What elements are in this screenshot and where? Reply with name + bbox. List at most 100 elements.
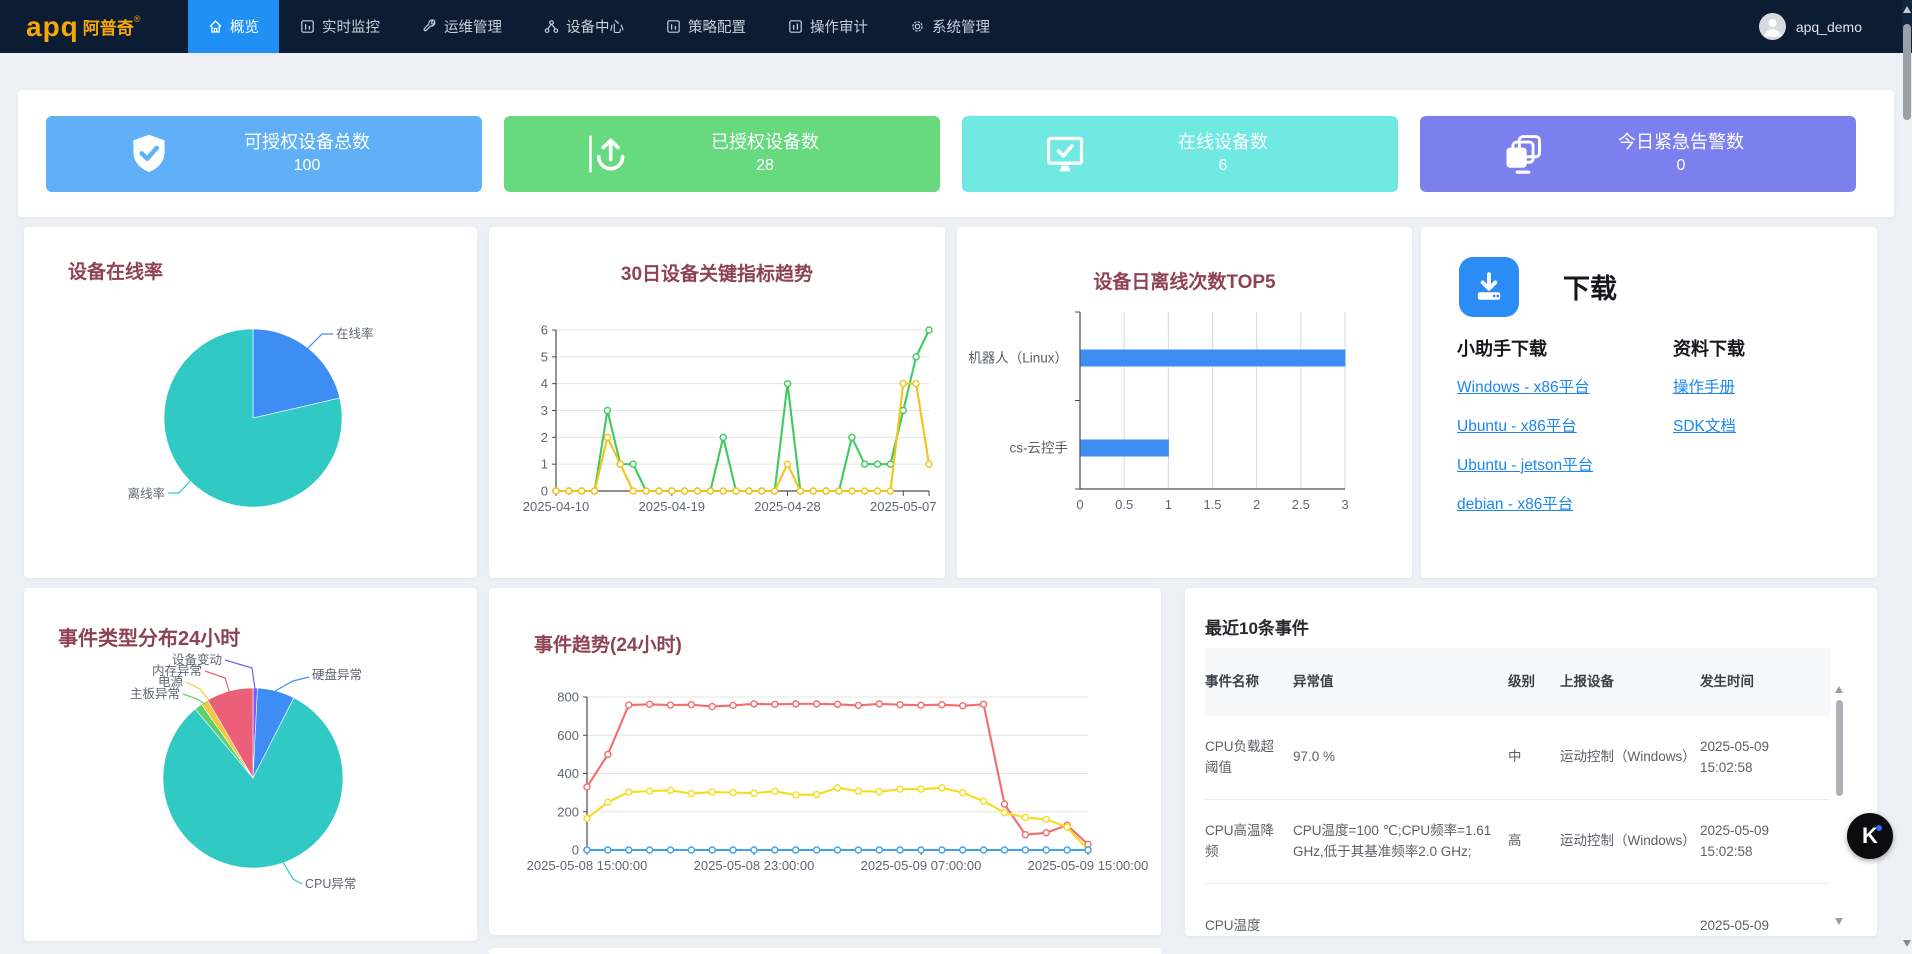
svg-text:400: 400 — [557, 766, 579, 781]
table-scrollbar-thumb[interactable] — [1836, 700, 1843, 796]
svg-text:2025-04-19: 2025-04-19 — [639, 499, 706, 514]
download-link-ubuntu-x86[interactable]: Ubuntu - x86平台 — [1457, 414, 1593, 436]
support-widget-button[interactable]: K — [1847, 813, 1893, 859]
download-link-ubuntu-jetson[interactable]: Ubuntu - jetson平台 — [1457, 453, 1593, 475]
download-tile-button[interactable] — [1459, 257, 1519, 317]
cell-event-name: CPU高温降频 — [1205, 811, 1293, 873]
stat-card-total-licensable[interactable]: 可授权设备总数 100 — [46, 116, 482, 192]
page-scrollbar[interactable] — [1902, 0, 1912, 954]
stat-card-alerts[interactable]: 今日紧急告警数 0 — [1420, 116, 1856, 192]
scroll-up-icon[interactable] — [1835, 686, 1843, 693]
cell-time: 2025-05-09 15:02:58 — [1700, 727, 1820, 789]
svg-text:在线率: 在线率 — [336, 326, 374, 341]
scrollbar-down-icon[interactable] — [1903, 940, 1911, 947]
cell-device: 运动控制（Windows） — [1560, 737, 1700, 778]
monitor-panel-icon — [300, 19, 315, 34]
nav-item-system[interactable]: 系统管理 — [889, 0, 1011, 53]
table-scrollbar[interactable] — [1835, 666, 1844, 928]
stat-card-licensed[interactable]: 已授权设备数 28 — [504, 116, 940, 192]
nav-item-label: 实时监控 — [322, 16, 380, 37]
monitor-check-icon — [1042, 131, 1088, 177]
stat-cards-band: 可授权设备总数 100 已授权设备数 28 在线设备数 6 今日紧急告警数 0 — [18, 90, 1894, 217]
online-rate-pie-chart: 在线率离线率 — [24, 227, 477, 583]
scroll-down-icon[interactable] — [1835, 918, 1843, 925]
svg-text:1: 1 — [1165, 497, 1172, 512]
table-row[interactable]: CPU温度 2025-05-09 — [1205, 884, 1830, 936]
stat-card-label: 今日紧急告警数 — [1546, 130, 1816, 155]
cell-level — [1508, 916, 1560, 936]
nav-item-realtime[interactable]: 实时监控 — [279, 0, 401, 53]
panel-30day-metrics-trend: 30日设备关键指标趋势 01234562025-04-102025-04-192… — [489, 227, 945, 578]
panel-offline-top5: 设备日离线次数TOP5 00.511.522.53机器人（Linux）cs-云控… — [957, 227, 1412, 578]
svg-text:2025-05-08 15:00:00: 2025-05-08 15:00:00 — [527, 858, 648, 873]
event-trend-line-chart: 02004006008002025-05-08 15:00:002025-05-… — [489, 588, 1161, 940]
cell-event-name: CPU温度 — [1205, 906, 1293, 936]
event-type-pie-chart: 设备变动内存异常电源主板异常硬盘异常CPU异常 — [24, 588, 477, 946]
svg-text:0: 0 — [541, 484, 548, 499]
next-panel-peek — [489, 948, 1161, 954]
recent-events-title: 最近10条事件 — [1205, 614, 1309, 639]
svg-text:离线率: 离线率 — [127, 486, 165, 501]
cell-time: 2025-05-09 — [1700, 906, 1820, 936]
nav-item-overview[interactable]: 概览 — [188, 0, 279, 53]
stat-card-value: 0 — [1546, 155, 1816, 177]
svg-text:CPU异常: CPU异常 — [305, 877, 356, 891]
svg-text:2.5: 2.5 — [1292, 497, 1310, 512]
avatar — [1759, 13, 1786, 40]
svg-text:2025-04-28: 2025-04-28 — [754, 499, 821, 514]
cell-level: 高 — [1508, 821, 1560, 862]
svg-text:200: 200 — [557, 804, 579, 819]
download-link-manual[interactable]: 操作手册 — [1673, 375, 1745, 397]
page-scrollbar-thumb[interactable] — [1903, 24, 1911, 120]
top-navbar: apq 阿普奇 ® 概览 实时监控 运维管理 设备中心 — [0, 0, 1912, 53]
svg-text:800: 800 — [557, 690, 579, 705]
svg-text:600: 600 — [557, 728, 579, 743]
svg-text:3: 3 — [1341, 497, 1348, 512]
svg-text:0: 0 — [1076, 497, 1083, 512]
assistant-download-header: 小助手下载 — [1457, 335, 1593, 361]
download-link-debian-x86[interactable]: debian - x86平台 — [1457, 492, 1593, 514]
user-menu[interactable]: apq_demo — [1759, 0, 1862, 53]
nav-item-label: 策略配置 — [688, 16, 746, 37]
nav-item-label: 概览 — [230, 16, 259, 37]
nav-item-ops[interactable]: 运维管理 — [401, 0, 523, 53]
stat-card-online[interactable]: 在线设备数 6 — [962, 116, 1398, 192]
svg-text:机器人（Linux）: 机器人（Linux） — [968, 351, 1068, 366]
panel-event-type-distribution: 事件类型分布24小时 设备变动内存异常电源主板异常硬盘异常CPU异常 — [24, 588, 477, 941]
copy-docs-icon — [1500, 131, 1546, 177]
nav-item-devices[interactable]: 设备中心 — [523, 0, 645, 53]
audit-panel-icon — [788, 19, 803, 34]
username: apq_demo — [1796, 19, 1862, 35]
svg-text:3: 3 — [541, 403, 548, 418]
gear-icon — [910, 19, 925, 34]
cell-device — [1560, 916, 1700, 936]
scrollbar-up-icon[interactable] — [1903, 6, 1911, 13]
table-row[interactable]: CPU高温降频 CPU温度=100 ℃;CPU频率=1.61 GHz,低于其基准… — [1205, 800, 1830, 884]
notification-dot — [1876, 825, 1882, 831]
nav-item-audit[interactable]: 操作审计 — [767, 0, 889, 53]
stat-card-label: 已授权设备数 — [630, 130, 900, 155]
device-nodes-icon — [544, 19, 559, 34]
brand-logo[interactable]: apq 阿普奇 ® — [26, 0, 140, 53]
download-link-windows-x86[interactable]: Windows - x86平台 — [1457, 375, 1593, 397]
cell-device: 运动控制（Windows） — [1560, 821, 1700, 862]
registered-mark: ® — [134, 14, 141, 24]
table-row[interactable]: CPU负载超阈值 97.0 % 中 运动控制（Windows） 2025-05-… — [1205, 716, 1830, 800]
stat-card-text: 在线设备数 6 — [1088, 130, 1358, 178]
cell-level: 中 — [1508, 737, 1560, 778]
svg-text:2025-04-10: 2025-04-10 — [523, 499, 590, 514]
docs-download-column: 资料下载 操作手册 SDK文档 — [1673, 335, 1745, 453]
nav-item-policy[interactable]: 策略配置 — [645, 0, 767, 53]
stat-card-label: 在线设备数 — [1088, 130, 1358, 155]
cell-abnormal-value: CPU温度=100 ℃;CPU频率=1.61 GHz,低于其基准频率2.0 GH… — [1293, 811, 1508, 873]
svg-text:2: 2 — [541, 430, 548, 445]
panel-device-online-rate: 设备在线率 在线率离线率 — [24, 227, 477, 578]
svg-text:2025-05-08 23:00:00: 2025-05-08 23:00:00 — [694, 858, 815, 873]
docs-download-header: 资料下载 — [1673, 335, 1745, 361]
svg-text:硬盘异常: 硬盘异常 — [312, 667, 362, 682]
download-link-sdk-doc[interactable]: SDK文档 — [1673, 414, 1745, 436]
brand-text-cn: 阿普奇 — [83, 14, 134, 39]
nav-item-label: 运维管理 — [444, 16, 502, 37]
offline-top5-bar-chart: 00.511.522.53机器人（Linux）cs-云控手 — [957, 227, 1412, 583]
download-icon — [1471, 269, 1507, 305]
